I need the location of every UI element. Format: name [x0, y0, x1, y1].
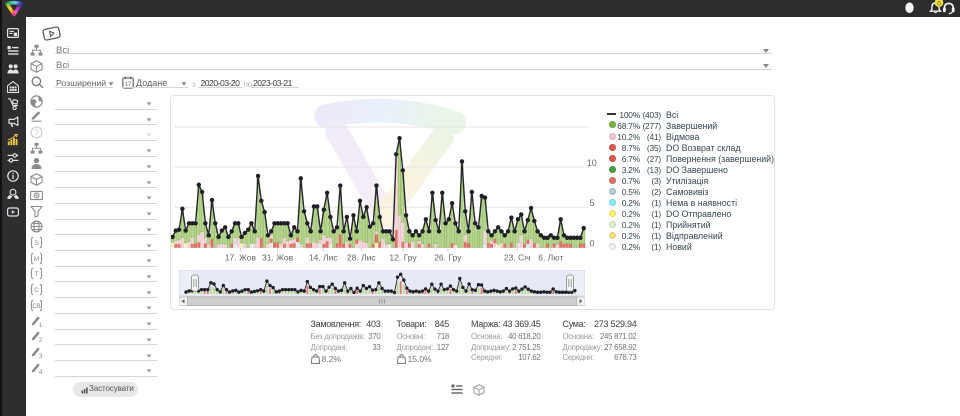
svg-text:17. Жов: 17. Жов [225, 252, 257, 262]
svg-text:31. Жов: 31. Жов [262, 252, 294, 262]
svg-text:23. Січ: 23. Січ [504, 252, 531, 262]
svg-text:12. Гру: 12. Гру [389, 252, 417, 262]
svg-text:T: T [35, 271, 39, 278]
svg-text:10: 10 [587, 158, 597, 168]
svg-text:1: 1 [39, 322, 43, 328]
svg-text:M: M [34, 255, 39, 262]
svg-text:CB: CB [32, 304, 40, 310]
svg-text:2: 2 [39, 337, 43, 343]
svg-text:S: S [34, 240, 39, 247]
svg-text:0: 0 [590, 238, 595, 248]
svg-text:4: 4 [39, 369, 43, 375]
svg-text:0: 0 [937, 0, 941, 7]
svg-text:3: 3 [39, 353, 43, 359]
svg-text:5: 5 [590, 198, 595, 208]
svg-text:26. Гру: 26. Гру [434, 252, 462, 262]
svg-text:14. Лис: 14. Лис [309, 252, 339, 262]
svg-text:6. Лют: 6. Лют [538, 252, 563, 262]
svg-text:28. Лис: 28. Лис [347, 252, 377, 262]
svg-text:C: C [34, 287, 39, 294]
svg-text:?: ? [34, 128, 39, 137]
